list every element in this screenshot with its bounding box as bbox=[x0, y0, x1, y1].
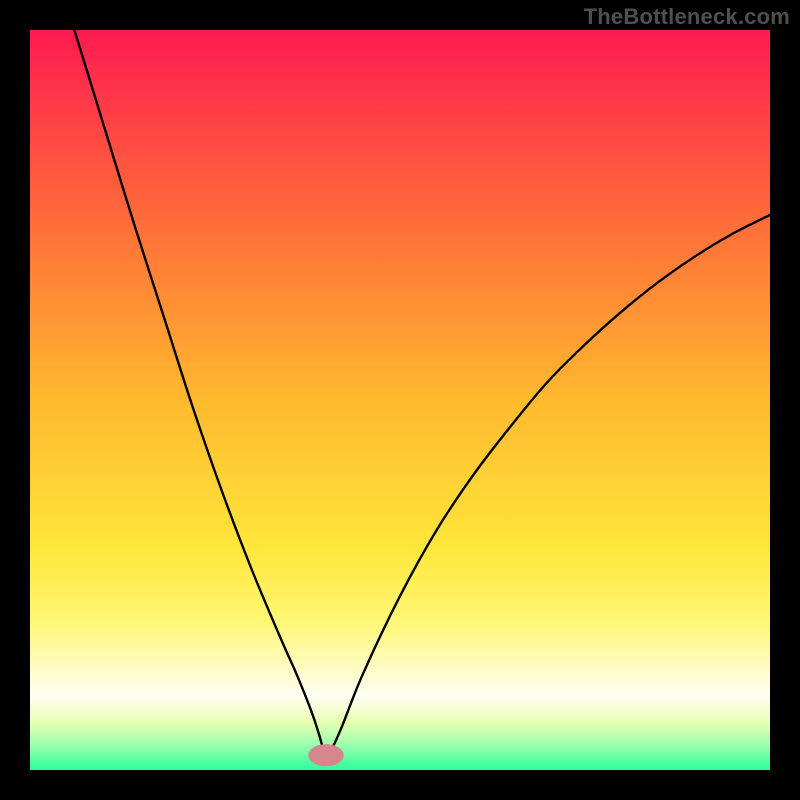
plot-svg bbox=[30, 30, 770, 770]
gradient-background bbox=[30, 30, 770, 770]
watermark-text: TheBottleneck.com bbox=[584, 4, 790, 30]
chart-frame: TheBottleneck.com bbox=[0, 0, 800, 800]
plot-area bbox=[30, 30, 770, 770]
bottleneck-marker bbox=[308, 744, 344, 766]
